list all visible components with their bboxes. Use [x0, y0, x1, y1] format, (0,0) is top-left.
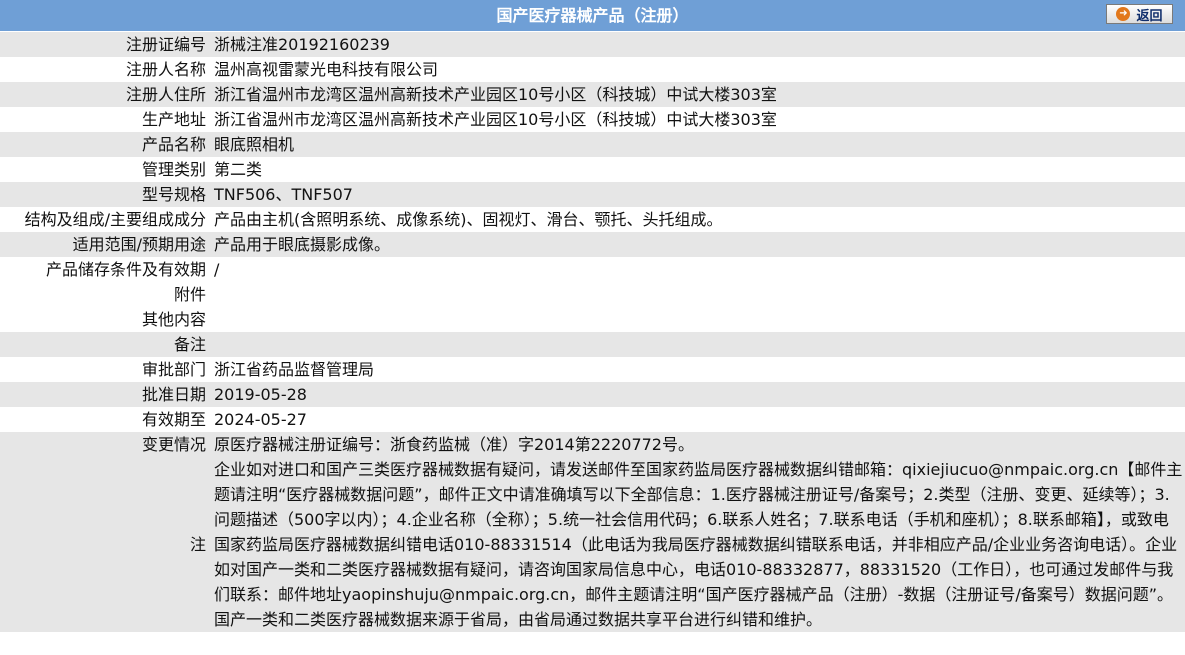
table-row: 备注 — [0, 332, 1185, 357]
row-label: 附件 — [0, 282, 210, 307]
page-header: 国产医疗器械产品（注册） ➜ 返回 — [0, 0, 1185, 32]
row-value: 浙江省温州市龙湾区温州高新技术产业园区10号小区（科技城）中试大楼303室 — [210, 107, 1185, 132]
row-value: 温州高视雷蒙光电科技有限公司 — [210, 57, 1185, 82]
table-row: 有效期至 2024-05-27 — [0, 407, 1185, 432]
row-value: 产品由主机(含照明系统、成像系统)、固视灯、滑台、颚托、头托组成。 — [210, 207, 1185, 232]
row-value: 浙械注准20192160239 — [210, 32, 1185, 57]
row-value: 产品用于眼底摄影成像。 — [210, 232, 1185, 257]
row-value: 浙江省药品监督管理局 — [210, 357, 1185, 382]
table-row: 变更情况 原医疗器械注册证编号：浙食药监械（准）字2014第2220772号。 — [0, 432, 1185, 457]
row-label: 批准日期 — [0, 382, 210, 407]
row-value: 浙江省温州市龙湾区温州高新技术产业园区10号小区（科技城）中试大楼303室 — [210, 82, 1185, 107]
table-row: 型号规格 TNF506、TNF507 — [0, 182, 1185, 207]
row-label: 注册证编号 — [0, 32, 210, 57]
row-label: 有效期至 — [0, 407, 210, 432]
row-label: 适用范围/预期用途 — [0, 232, 210, 257]
row-label: 型号规格 — [0, 182, 210, 207]
table-row: 注册人名称 温州高视雷蒙光电科技有限公司 — [0, 57, 1185, 82]
row-label: 管理类别 — [0, 157, 210, 182]
note-row: 注 企业如对进口和国产三类医疗器械数据有疑问，请发送邮件至国家药监局医疗器械数据… — [0, 457, 1185, 632]
row-value: 第二类 — [210, 157, 1185, 182]
row-value: 2019-05-28 — [210, 382, 1185, 407]
row-label: 审批部门 — [0, 357, 210, 382]
row-label: 注册人住所 — [0, 82, 210, 107]
note-label: 注 — [0, 457, 210, 632]
table-row: 附件 — [0, 282, 1185, 307]
detail-table: 注册证编号 浙械注准20192160239 注册人名称 温州高视雷蒙光电科技有限… — [0, 32, 1185, 632]
row-value — [210, 332, 1185, 357]
row-label: 结构及组成/主要组成成分 — [0, 207, 210, 232]
table-row: 产品名称 眼底照相机 — [0, 132, 1185, 157]
table-row: 结构及组成/主要组成成分 产品由主机(含照明系统、成像系统)、固视灯、滑台、颚托… — [0, 207, 1185, 232]
row-value — [210, 307, 1185, 332]
table-row: 审批部门 浙江省药品监督管理局 — [0, 357, 1185, 382]
row-label: 注册人名称 — [0, 57, 210, 82]
table-row: 批准日期 2019-05-28 — [0, 382, 1185, 407]
row-value: / — [210, 257, 1185, 282]
table-row: 适用范围/预期用途 产品用于眼底摄影成像。 — [0, 232, 1185, 257]
page-title: 国产医疗器械产品（注册） — [496, 6, 689, 25]
row-label: 备注 — [0, 332, 210, 357]
row-value: 原医疗器械注册证编号：浙食药监械（准）字2014第2220772号。 — [210, 432, 1185, 457]
table-row: 产品储存条件及有效期 / — [0, 257, 1185, 282]
table-row: 注册证编号 浙械注准20192160239 — [0, 32, 1185, 57]
row-label: 其他内容 — [0, 307, 210, 332]
table-row: 生产地址 浙江省温州市龙湾区温州高新技术产业园区10号小区（科技城）中试大楼30… — [0, 107, 1185, 132]
table-row: 管理类别 第二类 — [0, 157, 1185, 182]
table-row: 其他内容 — [0, 307, 1185, 332]
row-value: 眼底照相机 — [210, 132, 1185, 157]
arrow-right-icon: ➜ — [1116, 7, 1131, 21]
row-label: 产品储存条件及有效期 — [0, 257, 210, 282]
row-label: 产品名称 — [0, 132, 210, 157]
row-value — [210, 282, 1185, 307]
row-value: TNF506、TNF507 — [210, 182, 1185, 207]
back-button-label: 返回 — [1136, 8, 1163, 24]
row-value: 2024-05-27 — [210, 407, 1185, 432]
row-label: 变更情况 — [0, 432, 210, 457]
row-label: 生产地址 — [0, 107, 210, 132]
table-row: 注册人住所 浙江省温州市龙湾区温州高新技术产业园区10号小区（科技城）中试大楼3… — [0, 82, 1185, 107]
note-text: 企业如对进口和国产三类医疗器械数据有疑问，请发送邮件至国家药监局医疗器械数据纠错… — [210, 457, 1185, 632]
back-button[interactable]: ➜ 返回 — [1106, 4, 1173, 24]
